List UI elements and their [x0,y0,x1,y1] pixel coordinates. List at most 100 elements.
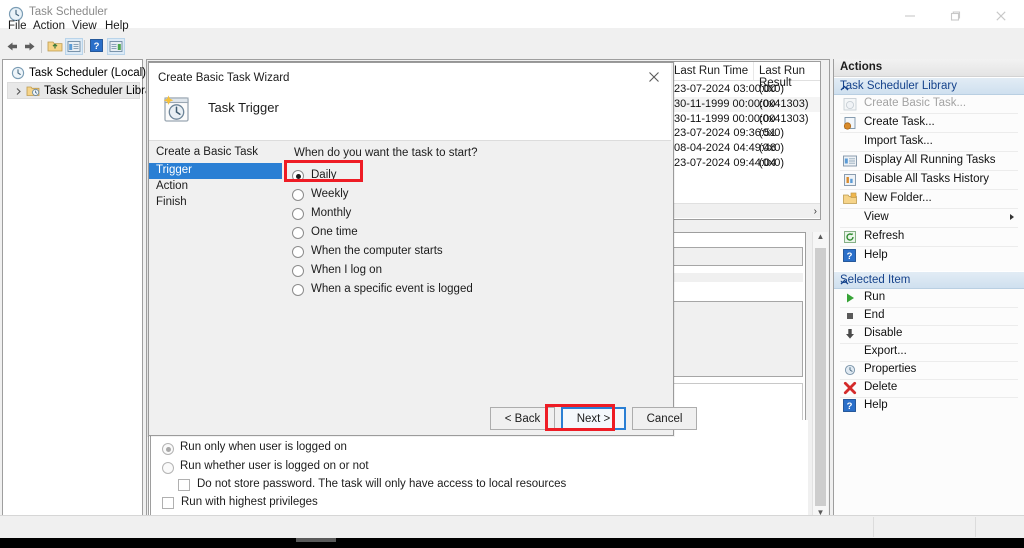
help-icon: ? [842,248,858,264]
action-create-basic-task[interactable]: Create Basic Task... [834,95,1024,113]
tree-item-task-scheduler-local[interactable]: Task Scheduler (Local) [7,65,146,83]
action-import-task[interactable]: Import Task... [834,133,1024,151]
column-header-last-run-result[interactable]: Last Run Result [754,62,820,89]
action-label: Export... [864,345,907,357]
next-button[interactable]: Next > [561,407,626,430]
checkbox-do-not-store-password[interactable]: Do not store password. The task will onl… [178,476,638,495]
wizard-nav-item-action[interactable]: Action [149,179,282,195]
scroll-up-icon[interactable]: ▲ [813,232,828,247]
close-icon[interactable] [637,63,671,89]
action-label: Disable [864,327,903,339]
action-label: Display All Running Tasks [864,154,996,166]
when-i-log-on-radio-option[interactable]: When I log on [292,262,532,281]
taskbar [0,538,1024,548]
task-scheduler-window: Task Scheduler File Action View Help ? T… [0,0,1024,548]
actions-pane: Actions Task Scheduler Library Create Ba… [833,59,1024,516]
when-computer-starts-radio-option[interactable]: When the computer starts [292,243,552,262]
taskbar-indicator [296,538,336,542]
menu-view[interactable]: View [68,18,101,34]
up-folder-icon[interactable] [46,38,64,55]
cancel-button[interactable]: Cancel [632,407,697,430]
action-disable-all-tasks-history[interactable]: Disable All Tasks History [834,171,1024,189]
action-label: Help [864,399,888,411]
action-create-task[interactable]: Create Task... [834,114,1024,132]
stop-icon [842,308,858,324]
radio-run-whether-logged-on-or-not[interactable]: Run whether user is logged on or not [162,458,582,477]
menu-file[interactable]: File [4,18,31,34]
scroll-right-icon[interactable]: › [814,206,817,217]
help-icon[interactable]: ? [89,38,107,55]
radio-label: Run only when user is logged on [180,441,347,453]
properties-icon[interactable] [65,38,83,55]
action-export[interactable]: Export... [834,343,1024,361]
show-pane-icon[interactable] [107,38,125,55]
radio-indicator [162,443,174,455]
clock-icon [11,66,25,83]
folder-clock-icon [26,84,40,101]
checkbox-label: Run with highest privileges [181,496,318,508]
weekly-radio-option[interactable]: Weekly [292,186,532,205]
action-run[interactable]: Run [834,289,1024,307]
action-display-all-running-tasks[interactable]: Display All Running Tasks [834,152,1024,170]
tree-item-task-scheduler-library[interactable]: Task Scheduler Library [7,82,161,101]
actions-group-selected-item[interactable]: Selected Item [834,271,1024,289]
action-refresh[interactable]: Refresh [834,228,1024,246]
run-icon [842,290,858,306]
actions-group-task-scheduler-library[interactable]: Task Scheduler Library [834,77,1024,95]
monthly-radio-option[interactable]: Monthly [292,205,532,224]
wizard-header: Create Basic Task Wizard Task Trigger [149,63,671,140]
column-header-last-run-time[interactable]: Last Run Time [669,62,754,80]
action-new-folder[interactable]: New Folder... [834,190,1024,208]
tree-item-label: Task Scheduler Library [44,85,161,97]
action-delete[interactable]: Delete [834,379,1024,397]
when-specific-event-logged-radio-option[interactable]: When a specific event is logged [292,281,572,300]
chevron-right-icon[interactable] [14,87,23,96]
action-disable[interactable]: Disable [834,325,1024,343]
action-help[interactable]: ? Help [834,247,1024,265]
actions-pane-title: Actions [840,61,883,73]
wizard-nav-item-trigger[interactable]: Trigger [149,163,282,179]
nav-item-label: Finish [156,196,187,208]
cell-last-run-result: (0x41303) [759,113,809,125]
cell-last-run-result: (0x0) [759,127,785,139]
chevron-up-icon[interactable] [840,82,1017,94]
action-view[interactable]: View [834,209,1024,227]
forward-arrow-icon[interactable] [21,38,39,55]
checkbox-run-with-highest-privileges[interactable]: Run with highest privileges [162,494,582,513]
back-button[interactable]: < Back [490,407,555,430]
radio-indicator [292,246,304,258]
cell-last-run-result: (0x0) [759,157,785,169]
status-bar-divider [873,517,874,537]
radio-run-only-when-logged-on[interactable]: Run only when user is logged on [162,439,582,458]
action-properties[interactable]: Properties [834,361,1024,379]
toolbar-separator-2 [84,40,85,53]
action-label: Run [864,291,886,303]
checkbox-label: Do not store password. The task will onl… [197,478,567,490]
wizard-nav-item-finish[interactable]: Finish [149,195,282,211]
cell-last-run-result: (0x0) [759,142,785,154]
back-arrow-icon[interactable] [3,38,21,55]
radio-indicator [292,227,304,239]
menu-help[interactable]: Help [101,18,133,34]
menu-action[interactable]: Action [29,18,69,34]
daily-radio-option[interactable]: Daily [292,167,532,186]
task-trigger-icon [160,92,194,126]
action-label: Help [864,249,888,261]
one-time-radio-option[interactable]: One time [292,224,532,243]
display-tasks-icon [842,153,858,169]
action-label: Delete [864,381,898,393]
wizard-nav-heading: Create a Basic Task [156,146,259,158]
action-help-selected[interactable]: ? Help [834,397,1024,415]
radio-indicator [162,462,174,474]
wizard-heading: Task Trigger [208,100,279,115]
action-label: Disable All Tasks History [864,173,990,185]
chevron-up-icon[interactable] [840,276,1017,288]
wizard-content: When do you want the task to start? Dail… [282,141,671,434]
create-basic-task-icon [842,96,858,112]
wizard-title: Create Basic Task Wizard [158,72,290,84]
action-end[interactable]: End [834,307,1024,325]
svg-text:?: ? [847,401,853,412]
create-task-icon [842,115,858,131]
action-label: Create Basic Task... [864,97,967,109]
refresh-icon [842,229,858,245]
